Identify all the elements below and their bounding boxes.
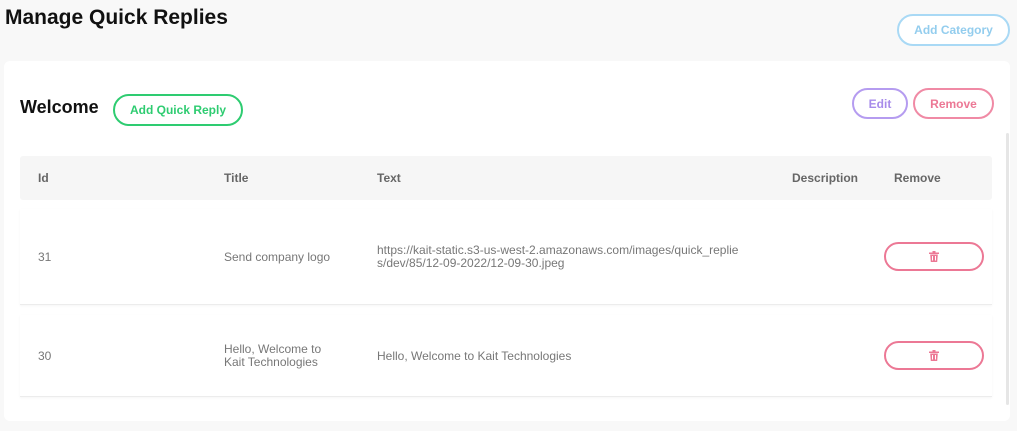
column-header-title: Title xyxy=(224,171,249,185)
page-title: Manage Quick Replies xyxy=(5,6,228,29)
category-card: Welcome Add Quick Reply Edit Remove Id T… xyxy=(4,61,1010,421)
cell-id: 31 xyxy=(38,249,52,264)
category-title: Welcome xyxy=(20,97,99,117)
cell-text: https://kait-static.s3-us-west-2.amazona… xyxy=(377,243,739,270)
cell-title: Hello, Welcome to Kait Technologies xyxy=(224,342,322,369)
column-header-text: Text xyxy=(377,171,401,185)
trash-icon xyxy=(929,251,939,262)
remove-category-button[interactable]: Remove xyxy=(913,88,994,119)
table-row: 31 Send company logo https://kait-static… xyxy=(20,209,992,305)
edit-category-button[interactable]: Edit xyxy=(852,88,908,119)
table-header: Id Title Text Description Remove xyxy=(20,156,992,200)
column-header-description: Description xyxy=(792,171,859,185)
cell-text: Hello, Welcome to Kait Technologies xyxy=(377,348,572,363)
add-category-button[interactable]: Add Category xyxy=(897,14,1010,46)
cell-title: Send company logo xyxy=(224,249,331,264)
delete-reply-button[interactable] xyxy=(884,242,984,271)
trash-icon xyxy=(929,350,939,361)
column-header-remove: Remove xyxy=(894,171,941,185)
add-quick-reply-button[interactable]: Add Quick Reply xyxy=(113,94,243,126)
delete-reply-button[interactable] xyxy=(884,341,984,370)
cell-id: 30 xyxy=(38,348,52,363)
column-header-id: Id xyxy=(38,171,49,185)
vertical-scrollbar[interactable] xyxy=(1006,133,1009,405)
table-row: 30 Hello, Welcome to Kait Technologies H… xyxy=(20,315,992,397)
